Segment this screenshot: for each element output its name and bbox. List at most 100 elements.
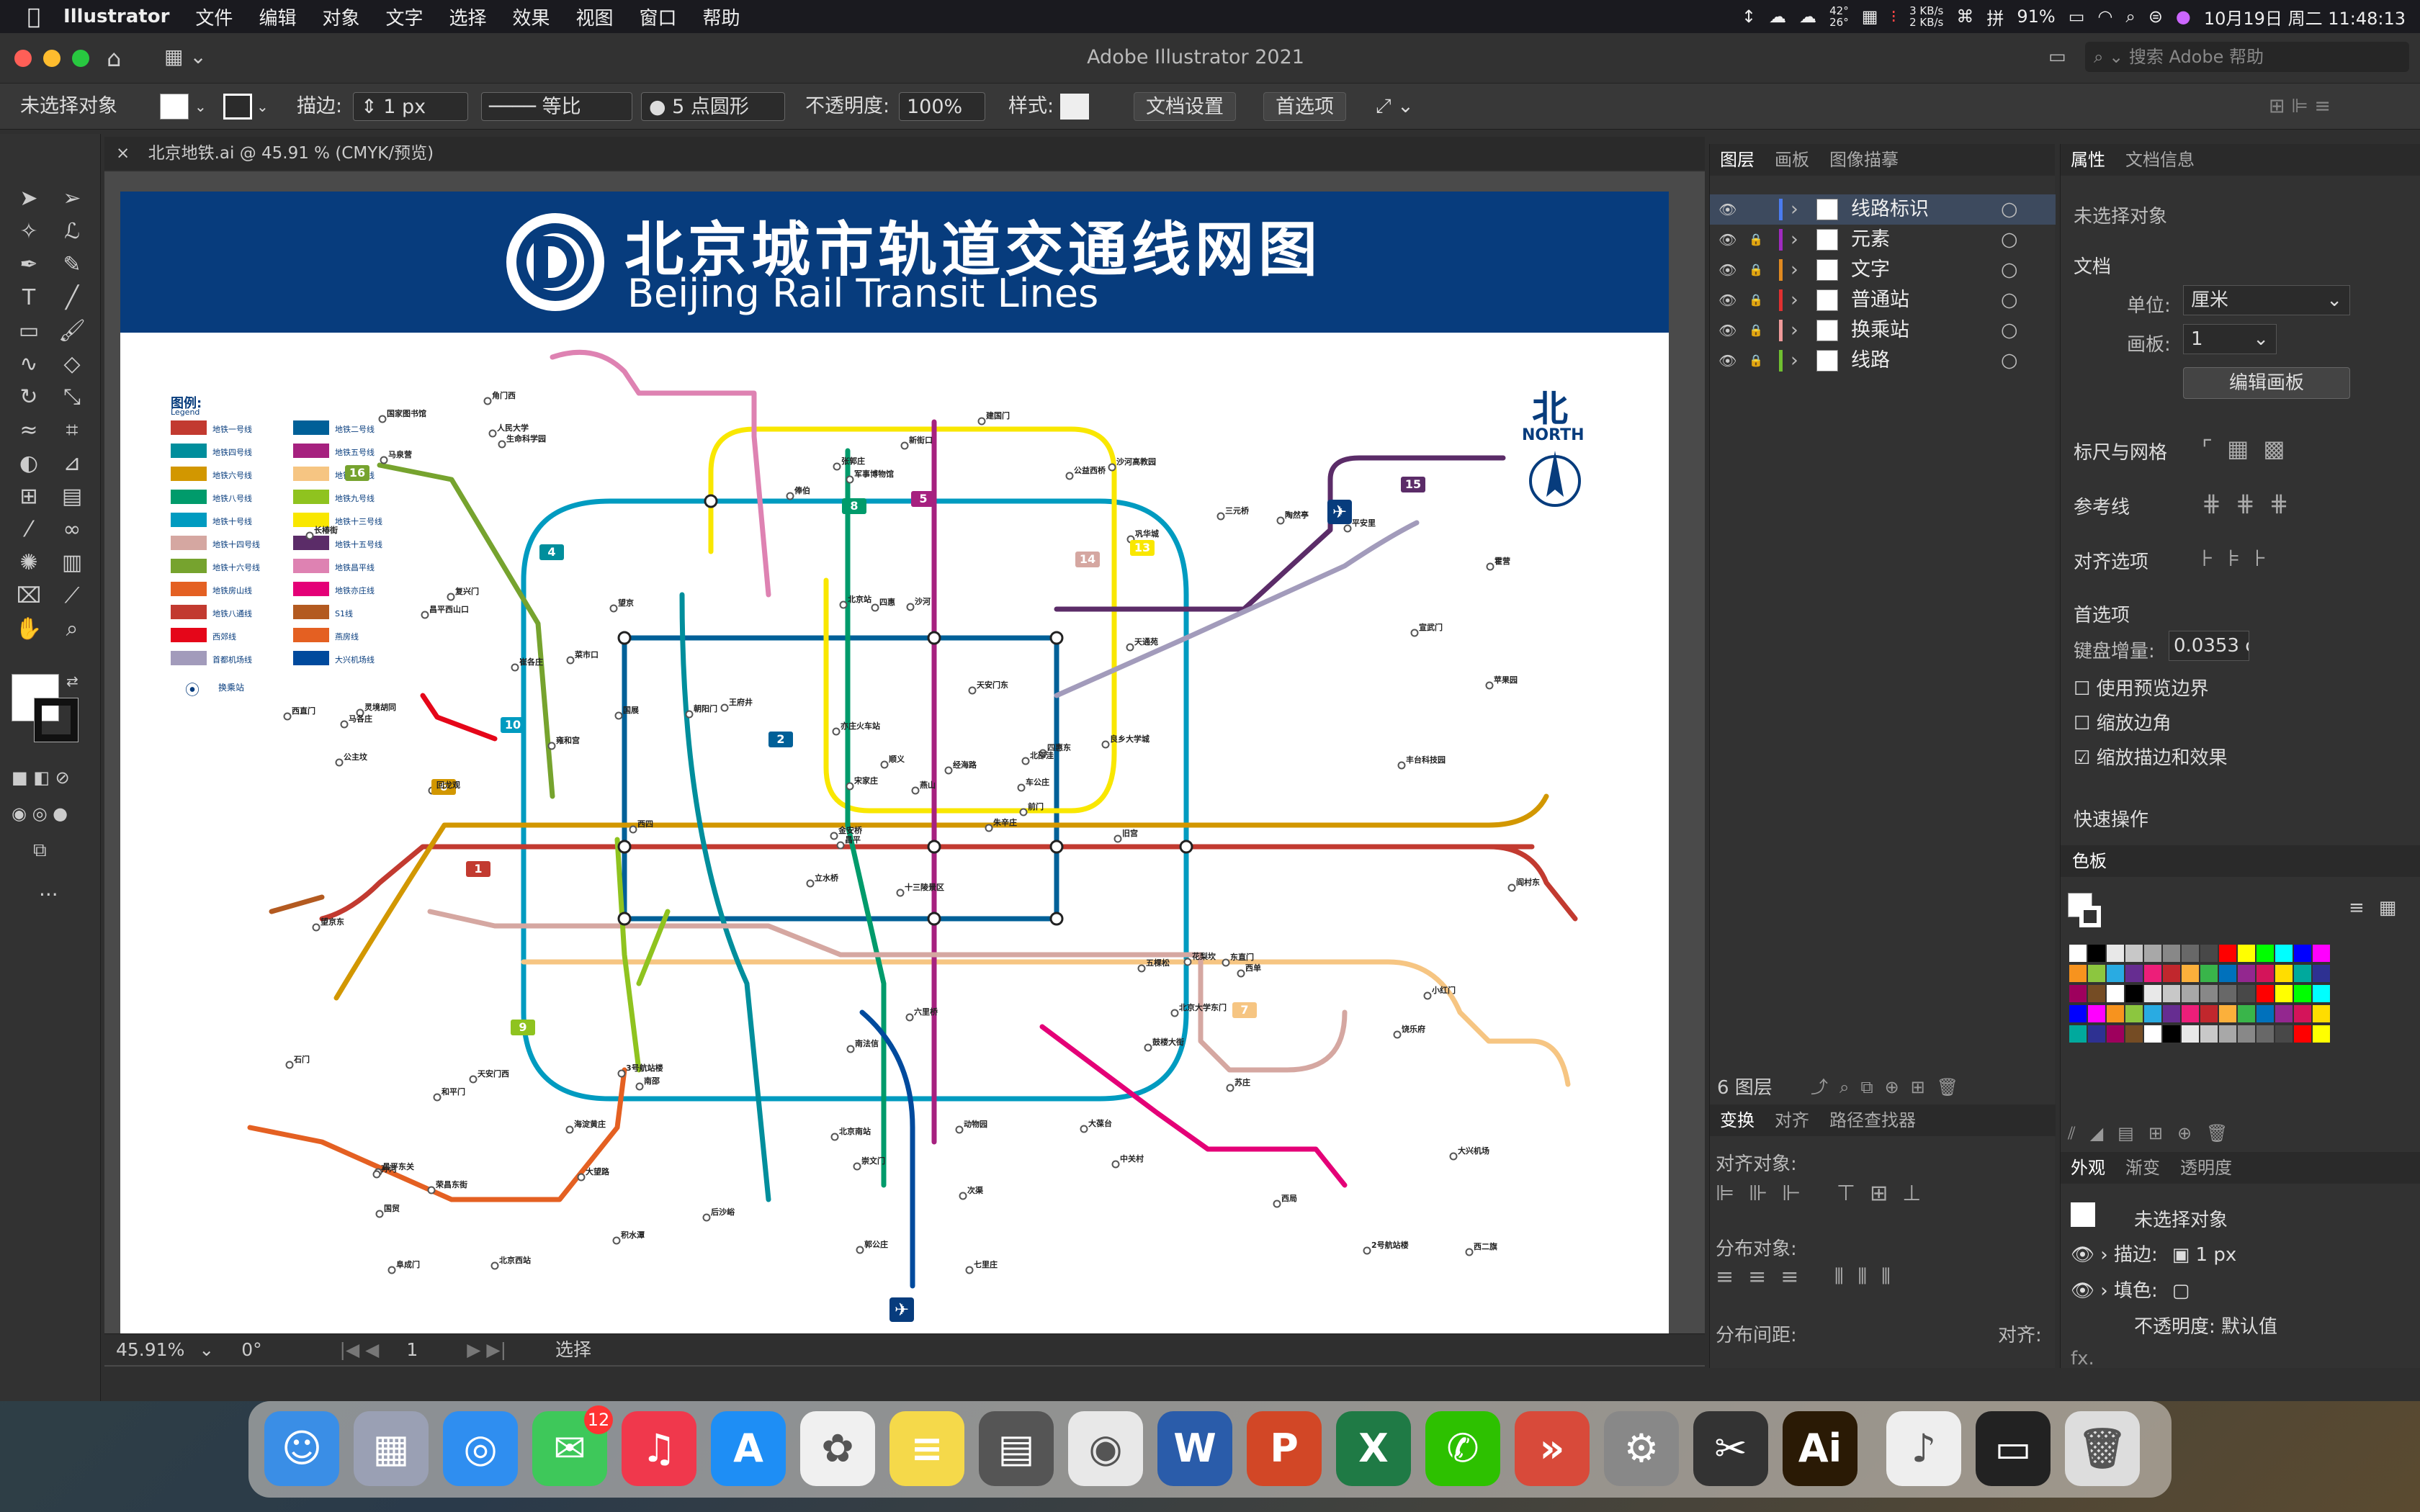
panel-tab[interactable]: 属性 [2071,150,2105,170]
selection-tool-icon[interactable]: ➤ [14,184,43,213]
artboard-tool-icon[interactable]: ⌧ [14,582,43,611]
artboard[interactable]: 北京城市轨道交通线网图 Beijing Rail Transit Lines 北… [120,192,1669,1356]
rectangle-tool-icon[interactable]: ▭ [14,317,43,346]
datetime[interactable]: 10月19日 周二 11:48:13 [2204,4,2406,30]
swatch[interactable] [2200,945,2218,962]
eyedropper-icon[interactable]: ⁄ [14,516,43,544]
dock-app-word[interactable]: W [1157,1411,1232,1486]
target-icon[interactable]: ○ [2001,315,2018,346]
dock-app-trash[interactable]: 🗑 [2065,1411,2140,1486]
color-modes-icon[interactable]: ■ ◧ ⊘ [12,768,70,788]
lock-icon[interactable]: 🔒 [1749,346,1763,376]
scale-tool-icon[interactable]: ⤡ [58,383,86,412]
zoom-dropdown-icon[interactable]: ⌄ [199,1339,214,1360]
menu-item[interactable]: 文字 [385,4,423,30]
eye-icon[interactable]: 👁 [1718,315,1736,346]
battery-icon[interactable]: ▭ [2069,6,2085,27]
shape-builder-icon[interactable]: ◐ [14,449,43,478]
chevron-right-icon[interactable]: › [1791,255,1798,285]
swatch[interactable] [2275,1025,2293,1043]
guides-icons[interactable]: ⋕⋕⋕ [2202,490,2303,517]
control-center-icon[interactable]: ⊜ [2148,6,2163,27]
perspective-grid-icon[interactable]: ⊿ [58,449,86,478]
pen-tool-icon[interactable]: ✒ [14,251,43,279]
swatch[interactable] [2275,1005,2293,1022]
dock-app-music[interactable]: ♫ [622,1411,696,1486]
swatch[interactable] [2200,965,2218,982]
swatch[interactable] [2088,985,2105,1002]
swatch[interactable] [2200,1025,2218,1043]
dock-app-final-cut[interactable]: ✂ [1693,1411,1768,1486]
units-dropdown[interactable]: 厘米 ⌄ [2183,285,2350,315]
dock-app-safari[interactable]: ◎ [443,1411,518,1486]
style-swatch[interactable] [1060,94,1089,120]
swatch[interactable] [2294,1025,2311,1043]
swap-colors-icon[interactable]: ⇄ [66,672,79,690]
swatch[interactable] [2182,1005,2199,1022]
swatch[interactable] [2107,1005,2124,1022]
swatch[interactable] [2294,945,2311,962]
lock-icon[interactable]: 🔒 [1749,315,1763,346]
menu-item[interactable]: 对象 [322,4,359,30]
snap-icons[interactable]: ⊦⊧⊦ [2202,544,2281,572]
mesh-tool-icon[interactable]: ⊞ [14,482,43,511]
warp-tool-icon[interactable]: ≈ [14,416,43,445]
swatch[interactable] [2107,985,2124,1002]
swatch[interactable] [2219,1025,2236,1043]
swatch[interactable] [2219,1005,2236,1022]
dock-app-remote[interactable]: » [1515,1411,1590,1486]
dock-app-illustrator[interactable]: Ai [1783,1411,1857,1486]
swatch[interactable] [2238,985,2255,1002]
swatch[interactable] [2238,1025,2255,1043]
swatch[interactable] [2219,965,2236,982]
variable-width-profile[interactable]: ──── 等比 [481,92,632,121]
swatch[interactable] [2088,1025,2105,1043]
eraser-icon[interactable]: ◇ [58,350,86,379]
target-icon[interactable]: ○ [2001,225,2018,255]
more-tools-icon[interactable]: ··· [39,883,58,906]
swatch[interactable] [2257,985,2274,1002]
panel-tab[interactable]: 画板 [1775,150,1809,170]
swatch[interactable] [2257,1025,2274,1043]
dock-app-excel[interactable]: X [1336,1411,1411,1486]
zoom-tool-icon[interactable]: ⌕ [58,615,86,644]
swatch[interactable] [2219,945,2236,962]
menu-item[interactable]: 视图 [576,4,614,30]
fill-dropdown-icon[interactable]: ⌄ [194,92,207,121]
swatch[interactable] [2275,965,2293,982]
dock-app-photos[interactable]: ✿ [800,1411,875,1486]
align-buttons-icon[interactable]: ⊫⊪⊩ ⊤⊞⊥ [1716,1181,1935,1206]
swatch[interactable] [2069,1025,2087,1043]
panel-tab[interactable]: 外观 [2071,1158,2105,1178]
shaper-tool-icon[interactable]: ∿ [14,350,43,379]
swatch[interactable] [2125,965,2143,982]
panel-tab[interactable]: 图像描摹 [1829,150,1899,170]
stroke-swatch[interactable] [223,94,252,120]
swatch[interactable] [2182,965,2199,982]
screen-mode-icon[interactable]: ⧉ [33,840,47,862]
swatch[interactable] [2069,945,2087,962]
layer-row[interactable]: 👁 🔒 › 文字 ○ [1710,255,2056,285]
dock-app-wechat[interactable]: ✆ [1425,1411,1500,1486]
magic-wand-icon[interactable]: ✧ [14,217,43,246]
close-tab-icon[interactable]: × [116,144,130,163]
close-window-button[interactable] [14,50,32,67]
dock-app-finder[interactable]: ☺ [264,1411,339,1486]
panel-tab[interactable]: 图层 [1720,150,1754,170]
swatch[interactable] [2069,1005,2087,1022]
antenna-icon[interactable]: ⌘ [1956,6,1973,27]
swatch[interactable] [2125,985,2143,1002]
align-panel-icon[interactable]: ⊞ ⊫ ≡ [2269,92,2331,121]
input-icon[interactable]: 拼 [1986,4,2004,30]
dock-app-music-file[interactable]: ♪ [1886,1411,1961,1486]
direct-selection-tool-icon[interactable]: ➢ [58,184,86,213]
swatch[interactable] [2163,1005,2180,1022]
document-setup-button[interactable]: 文档设置 [1134,92,1236,121]
menu-item[interactable]: 帮助 [703,4,740,30]
chevron-right-icon[interactable]: › [1791,315,1798,346]
swatch[interactable] [2275,945,2293,962]
swatch[interactable] [2107,1025,2124,1043]
workspace-switcher-icon[interactable]: ▦ ⌄ [164,45,207,68]
swatch[interactable] [2182,1025,2199,1043]
swatch[interactable] [2257,965,2274,982]
